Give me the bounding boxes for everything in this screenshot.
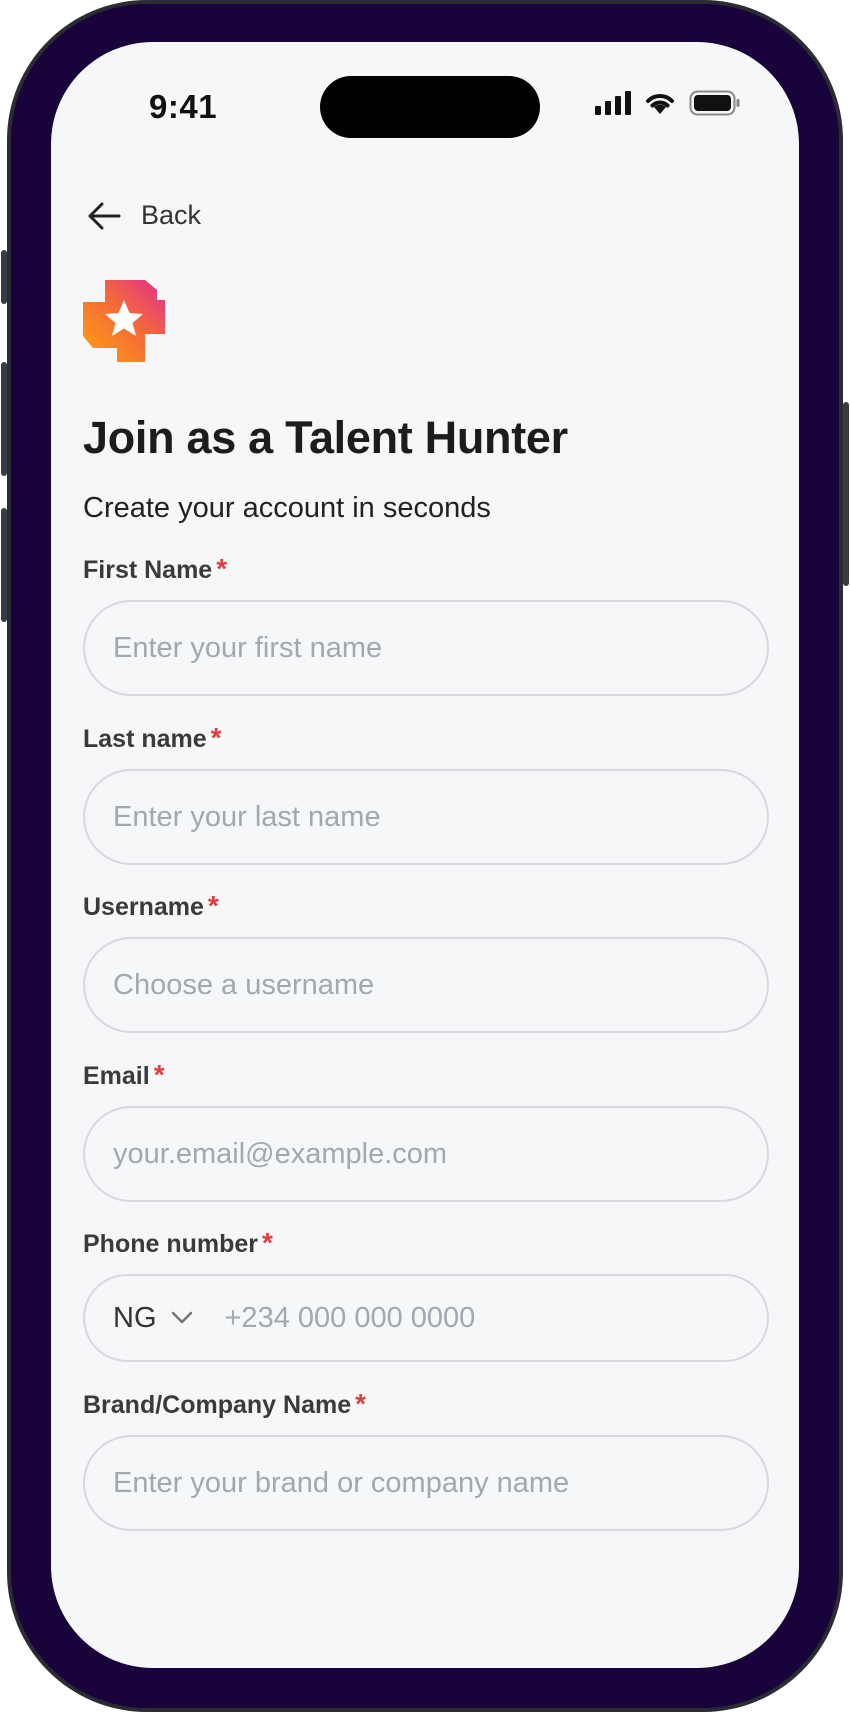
username-label: Username *: [83, 889, 769, 923]
app-logo: [83, 280, 165, 367]
dynamic-island: [320, 76, 540, 138]
required-marker: *: [153, 1059, 165, 1090]
required-marker: *: [262, 1227, 273, 1258]
username-field: Username *: [83, 889, 769, 1033]
company-input[interactable]: [83, 1435, 769, 1531]
email-label-text: Email: [83, 1062, 150, 1090]
company-label: Brand/Company Name *: [83, 1387, 769, 1421]
country-code-value: NG: [113, 1301, 157, 1334]
phone-label: Phone number *: [83, 1226, 769, 1260]
country-code-select[interactable]: NG: [113, 1302, 193, 1335]
username-label-text: Username: [83, 893, 204, 921]
required-marker: *: [216, 553, 228, 584]
device-frame: 9:41 Back Join as a Talent Hunter Create…: [7, 0, 843, 1712]
email-input[interactable]: [83, 1106, 769, 1202]
last-name-label-text: Last name: [83, 725, 207, 753]
required-marker: *: [210, 722, 222, 753]
required-marker: *: [207, 890, 219, 921]
company-label-text: Brand/Company Name: [83, 1391, 352, 1419]
arrow-left-icon: [88, 202, 121, 229]
battery-icon: [689, 90, 740, 116]
back-button[interactable]: Back: [87, 200, 201, 231]
page-subtitle: Create your account in seconds: [83, 492, 491, 524]
email-label: Email *: [83, 1058, 769, 1092]
chevron-down-icon: [171, 1311, 192, 1324]
first-name-label: First Name *: [83, 552, 769, 586]
power-button: [843, 402, 849, 586]
last-name-field: Last name *: [83, 721, 769, 865]
status-icons: [595, 90, 741, 116]
email-field: Email *: [83, 1058, 769, 1202]
wifi-icon: [646, 94, 674, 114]
phone-number-input[interactable]: [222, 1300, 739, 1336]
star-badge-icon: [83, 280, 165, 362]
phone-field: Phone number * NG: [83, 1226, 769, 1362]
signal-icon: [595, 91, 631, 115]
phone-input-group: NG: [83, 1274, 769, 1362]
required-marker: *: [355, 1388, 367, 1419]
username-input[interactable]: [83, 937, 769, 1033]
company-field: Brand/Company Name *: [83, 1387, 769, 1531]
app-screen: 9:41 Back Join as a Talent Hunter Create…: [51, 42, 799, 1668]
last-name-input[interactable]: [83, 769, 769, 865]
page-title: Join as a Talent Hunter: [83, 412, 568, 463]
status-time: 9:41: [149, 88, 218, 125]
last-name-label: Last name *: [83, 721, 769, 755]
first-name-input[interactable]: [83, 600, 769, 696]
phone-label-text: Phone number: [83, 1230, 259, 1258]
back-label: Back: [141, 200, 202, 230]
device-bezel: 9:41 Back Join as a Talent Hunter Create…: [11, 4, 839, 1708]
first-name-label-text: First Name: [83, 556, 213, 584]
first-name-field: First Name *: [83, 552, 769, 696]
